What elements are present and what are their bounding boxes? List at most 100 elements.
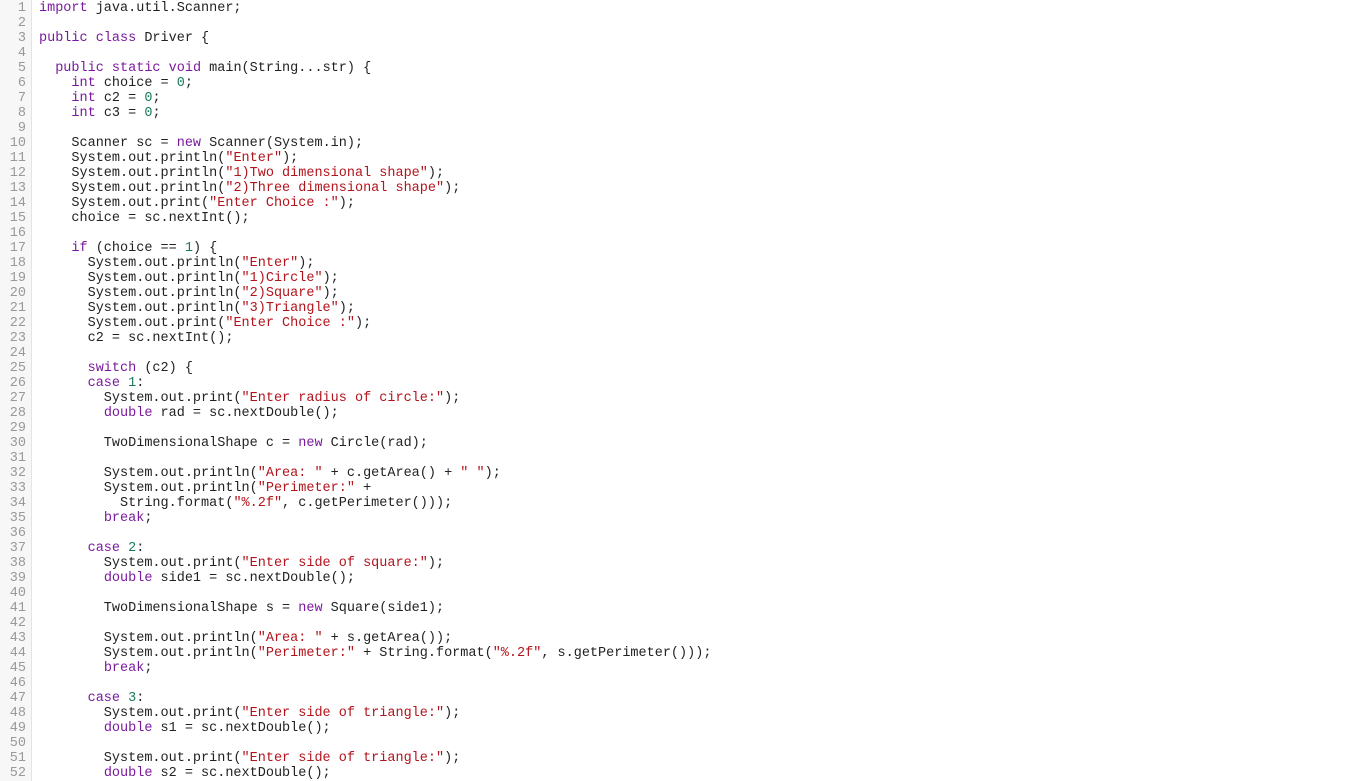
line-number: 39: [9, 571, 26, 586]
code-line[interactable]: 15 choice = sc.nextInt();: [0, 211, 1351, 226]
code-token: Scanner sc =: [39, 136, 177, 151]
code-line[interactable]: 25 switch (c2) {: [0, 361, 1351, 376]
code-line[interactable]: 13 System.out.println("2)Three dimension…: [0, 181, 1351, 196]
code-line[interactable]: 42: [0, 616, 1351, 631]
code-line[interactable]: 48 System.out.print("Enter side of trian…: [0, 706, 1351, 721]
line-number: 18: [9, 256, 26, 271]
code-line[interactable]: 19 System.out.println("1)Circle");: [0, 271, 1351, 286]
code-line[interactable]: 30 TwoDimensionalShape c = new Circle(ra…: [0, 436, 1351, 451]
keyword-token: double: [103, 766, 153, 781]
code-token: );: [338, 301, 355, 316]
code-line[interactable]: 20 System.out.println("2)Square");: [0, 286, 1351, 301]
code-line[interactable]: 32 System.out.println("Area: " + c.getAr…: [0, 466, 1351, 481]
code-line[interactable]: 36: [0, 526, 1351, 541]
code-line[interactable]: 29: [0, 421, 1351, 436]
code-token: main(String...str) {: [201, 61, 372, 76]
line-number: 25: [9, 361, 26, 376]
code-token: rad = sc.nextDouble();: [152, 406, 339, 421]
code-token: :: [136, 691, 145, 706]
code-line[interactable]: 39 double side1 = sc.nextDouble();: [0, 571, 1351, 586]
string-token: "Enter radius of circle:": [241, 391, 445, 406]
keyword-token: case: [87, 691, 121, 706]
code-line[interactable]: 3 public class Driver {: [0, 31, 1351, 46]
string-token: "Enter side of triangle:": [241, 751, 445, 766]
code-line[interactable]: 50: [0, 736, 1351, 751]
line-code: System.out.println("Enter");: [39, 151, 298, 166]
string-token: "Perimeter:": [257, 481, 355, 496]
code-token: ;: [144, 661, 153, 676]
line-code: System.out.print("Enter radius of circle…: [39, 391, 461, 406]
code-line[interactable]: 52 double s2 = sc.nextDouble();: [0, 766, 1351, 781]
code-line[interactable]: 10 Scanner sc = new Scanner(System.in);: [0, 136, 1351, 151]
code-line[interactable]: 18 System.out.println("Enter");: [0, 256, 1351, 271]
code-editor[interactable]: 1 import java.util.Scanner; 2 3 public class…: [0, 0, 1351, 781]
code-line[interactable]: 43 System.out.println("Area: " + s.getAr…: [0, 631, 1351, 646]
code-token: System.out.println(: [39, 481, 258, 496]
line-number: 22: [9, 316, 26, 331]
line-number: 4: [17, 46, 26, 61]
code-token: );: [354, 316, 372, 331]
line-number: 3: [17, 31, 26, 46]
code-token: System.out.print(: [39, 391, 242, 406]
code-line[interactable]: 44 System.out.println("Perimeter:" + Str…: [0, 646, 1351, 661]
code-token: :: [136, 541, 145, 556]
code-line[interactable]: 28 double rad = sc.nextDouble();: [0, 406, 1351, 421]
code-token: + String.format(: [354, 646, 493, 661]
line-number: 44: [9, 646, 26, 661]
line-number: 38: [9, 556, 26, 571]
code-line[interactable]: 51 System.out.print("Enter side of trian…: [0, 751, 1351, 766]
code-token: System.out.println(: [39, 466, 258, 481]
code-line[interactable]: 14 System.out.print("Enter Choice :");: [0, 196, 1351, 211]
line-number: 24: [9, 346, 26, 361]
code-line[interactable]: 34 String.format("%.2f", c.getPerimeter(…: [0, 496, 1351, 511]
code-line[interactable]: 31: [0, 451, 1351, 466]
code-line[interactable]: 49 double s1 = sc.nextDouble();: [0, 721, 1351, 736]
code-line[interactable]: 46: [0, 676, 1351, 691]
code-line[interactable]: 21 System.out.println("3)Triangle");: [0, 301, 1351, 316]
line-number: 29: [9, 421, 26, 436]
code-line[interactable]: 8 int c3 = 0;: [0, 106, 1351, 121]
code-line[interactable]: 17 if (choice == 1) {: [0, 241, 1351, 256]
code-line[interactable]: 6 int choice = 0;: [0, 76, 1351, 91]
code-lines[interactable]: 1 import java.util.Scanner; 2 3 public class…: [0, 1, 1351, 781]
code-token: c2 =: [95, 91, 145, 106]
code-line[interactable]: 27 System.out.print("Enter radius of cir…: [0, 391, 1351, 406]
code-line[interactable]: 40: [0, 586, 1351, 601]
code-line[interactable]: 9: [0, 121, 1351, 136]
code-line[interactable]: 11 System.out.println("Enter");: [0, 151, 1351, 166]
code-token: TwoDimensionalShape c =: [39, 436, 299, 451]
code-line[interactable]: 7 int c2 = 0;: [0, 91, 1351, 106]
code-line[interactable]: 37 case 2:: [0, 541, 1351, 556]
line-number: 35: [9, 511, 26, 526]
line-number: 47: [9, 691, 26, 706]
code-line[interactable]: 16: [0, 226, 1351, 241]
keyword-token: new: [176, 136, 202, 151]
keyword-token: int: [71, 91, 96, 106]
code-line[interactable]: 38 System.out.print("Enter side of squar…: [0, 556, 1351, 571]
line-code: System.out.println("Perimeter:" + String…: [39, 646, 712, 661]
code-line[interactable]: 1 import java.util.Scanner;: [0, 1, 1351, 16]
code-line[interactable]: 26 case 1:: [0, 376, 1351, 391]
code-line[interactable]: 12 System.out.println("1)Two dimensional…: [0, 166, 1351, 181]
code-line[interactable]: 22 System.out.print("Enter Choice :");: [0, 316, 1351, 331]
code-line[interactable]: 41 TwoDimensionalShape s = new Square(si…: [0, 601, 1351, 616]
code-line[interactable]: 47 case 3:: [0, 691, 1351, 706]
code-line[interactable]: 2: [0, 16, 1351, 31]
code-token: , s.getPerimeter()));: [541, 646, 712, 661]
code-line[interactable]: 24: [0, 346, 1351, 361]
keyword-token: int: [71, 106, 96, 121]
code-line[interactable]: 35 break;: [0, 511, 1351, 526]
code-line[interactable]: 33 System.out.println("Perimeter:" +: [0, 481, 1351, 496]
code-line[interactable]: 23 c2 = sc.nextInt();: [0, 331, 1351, 346]
line-code: System.out.println("Perimeter:" +: [39, 481, 371, 496]
code-line[interactable]: 4: [0, 46, 1351, 61]
code-line[interactable]: 45 break;: [0, 661, 1351, 676]
code-line[interactable]: 5 public static void main(String...str) …: [0, 61, 1351, 76]
